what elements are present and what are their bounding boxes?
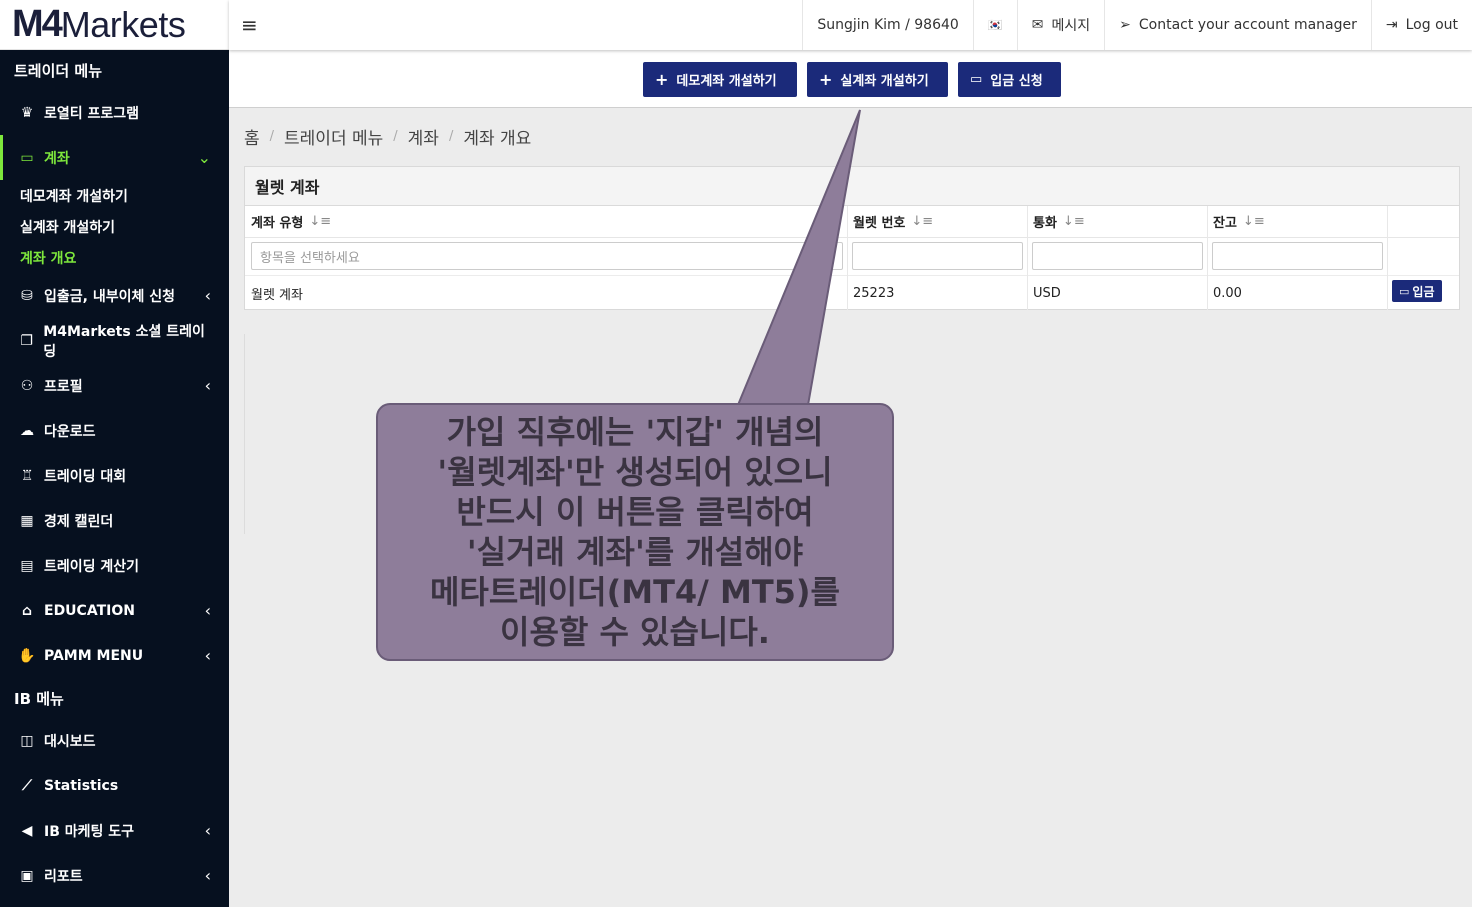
callout-line: 반드시 이 버튼을 클릭하여 [456,493,814,531]
callout-text: 가입 직후에는 '지갑' 개념의 '월렛계좌'만 생성되어 있으니 반드시 이 … [416,406,854,658]
contact-label: Contact your account manager [1138,17,1357,33]
callout-line: 가입 직후에는 '지갑' 개념의 [446,413,824,451]
user-account-label[interactable]: Sungjin Kim / 98640 [802,0,972,50]
logout-icon: ⇥ [1385,17,1398,33]
contact-manager-link[interactable]: ➢ Contact your account manager [1104,0,1371,50]
annotation-callout: 가입 직후에는 '지갑' 개념의 '월렛계좌'만 생성되어 있으니 반드시 이 … [376,403,894,661]
callout-line: 메타트레이더(MT4/ MT5)를 [429,573,841,611]
top-navbar: ≡ Sungjin Kim / 98640 🇰🇷 ✉ 메시지 ➢ Contact… [229,0,1472,50]
paper-plane-icon: ➢ [1119,17,1131,33]
logout-label: Log out [1405,17,1458,33]
language-flag[interactable]: 🇰🇷 [972,0,1017,50]
messages-link[interactable]: ✉ 메시지 [1016,0,1104,50]
hamburger-menu-icon[interactable]: ≡ [241,13,258,37]
messages-label: 메시지 [1051,18,1091,34]
logout-link[interactable]: ⇥ Log out [1370,0,1472,50]
callout-line: '월렛계좌'만 생성되어 있으니 [437,453,833,491]
envelope-icon: ✉ [1031,17,1044,33]
callout-line: '실거래 계좌'를 개설해야 [466,533,804,571]
callout-line: 이용할 수 있습니다. [500,613,770,651]
